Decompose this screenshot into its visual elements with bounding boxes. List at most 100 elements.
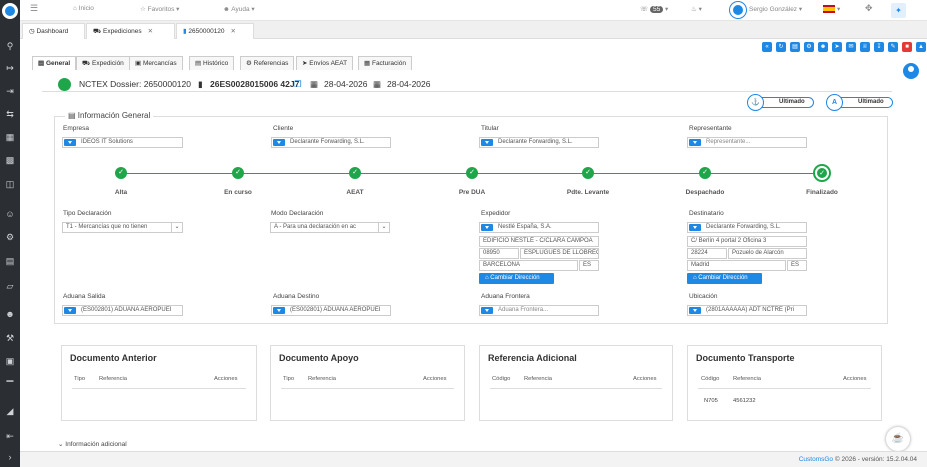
empresa-select[interactable]: IDEOS IT Solutions [62, 137, 183, 148]
aduana-destino-select[interactable]: (ES002801) ADUANA AEROPUEI [271, 305, 391, 316]
expand-icon[interactable]: › [4, 451, 16, 463]
tipo-declaracion-select[interactable]: T1 - Mercancías que no tienen ⌄ [62, 222, 183, 233]
user-icon[interactable]: ☻ [818, 42, 828, 52]
logout-icon[interactable]: ⇤ [4, 430, 16, 442]
alerts[interactable]: ♨ ▾ [691, 5, 702, 13]
close-icon[interactable]: ✕ [148, 28, 153, 35]
table-row-code: N705 [704, 398, 718, 404]
chat-assistant-icon[interactable]: ☕ [886, 427, 910, 451]
tab-expediciones[interactable]: ⛟ Expediciones ✕ [86, 23, 175, 39]
notifications[interactable]: ☏ 55 ▾ [640, 5, 668, 13]
brand-link[interactable]: CustomsGo [799, 456, 833, 463]
wrench-icon[interactable]: ⚒ [4, 332, 16, 344]
destinatario-city[interactable]: Pozuelo de Alarcón [728, 248, 807, 259]
flag-es-icon[interactable] [823, 5, 835, 13]
download-icon[interactable]: ↧ [874, 42, 884, 52]
destinatario-select[interactable]: Declarante Forwarding, S.L. [687, 222, 807, 233]
mail-icon[interactable]: ✉ [846, 42, 856, 52]
step-pre-dua: ✓ [466, 167, 478, 179]
date-2: 28-04-2026 [387, 79, 431, 89]
transfer-icon[interactable]: ⇆ [4, 108, 16, 120]
tab-envios-aeat[interactable]: ➤ Envíos AEAT [296, 56, 354, 70]
enter-icon[interactable]: ⇥ [4, 85, 16, 97]
expedidor-city[interactable]: ESPLUGUES DE LLOBREG [520, 248, 599, 259]
home-icon: ⌂ [693, 275, 697, 281]
expedidor-address[interactable]: EDIFICIO NESTLÉ - C/CLARA CAMPOA [479, 236, 599, 247]
table-row-ref: 4561232 [733, 398, 756, 404]
move-icon[interactable]: ✥ [865, 3, 873, 14]
user-name[interactable]: Sergio González ▾ [749, 5, 802, 13]
edit-icon[interactable]: ✎ [888, 42, 898, 52]
copy-mrn-icon[interactable]: ❐ [294, 79, 302, 90]
tab-dossier[interactable]: ▮ 2650000120 ✕ [176, 23, 254, 39]
destinatario-country[interactable]: ES [787, 260, 807, 271]
smile-icon[interactable]: ☺ [4, 208, 16, 220]
tab-facturacion[interactable]: ▦ Facturación [358, 56, 412, 70]
delete-icon[interactable]: ■ [902, 42, 912, 52]
exit-icon[interactable]: ↦ [4, 62, 16, 74]
document-icon[interactable]: ▤ [4, 255, 16, 267]
footer: CustomsGo © 2026 - versión: 15.2.04.04 [20, 451, 927, 467]
home-icon: ⌂ [485, 275, 489, 281]
person-icon[interactable]: ☻ [4, 308, 16, 320]
gears-icon[interactable]: ⚙ [4, 231, 16, 243]
modo-declaracion-select[interactable]: A - Para una declaración en ac ⌄ [270, 222, 390, 233]
expedidor-country[interactable]: ES [579, 260, 599, 271]
expedidor-zip[interactable]: 08950 [479, 248, 519, 259]
doc-icon: ▤ [38, 60, 45, 67]
pin-icon[interactable]: ▲ [916, 42, 926, 52]
destinatario-address[interactable]: C/ Berlín 4 portal 2 Oficina 3 [687, 236, 807, 247]
bank-icon[interactable]: ▱ [4, 280, 16, 292]
app-logo[interactable] [2, 3, 18, 19]
user-icon[interactable]: ⚲ [4, 40, 16, 52]
destinatario-zip[interactable]: 28224 [687, 248, 727, 259]
aduana-frontera-select[interactable]: Aduana Frontera... [479, 305, 599, 316]
user-avatar-icon[interactable] [730, 2, 746, 18]
gear-icon: ⚙ [246, 60, 252, 67]
calendar-icon: ▦ [373, 79, 382, 89]
representante-select[interactable]: Representante... [687, 137, 807, 148]
cart-icon[interactable]: ◫ [4, 178, 16, 190]
refresh-icon[interactable]: ↻ [776, 42, 786, 52]
info-adicional-toggle[interactable]: ⌄ Información adicional [58, 440, 127, 448]
tab-dashboard[interactable]: ◷ Dashboard [22, 23, 85, 39]
lock-icon[interactable]: ◢ [4, 405, 16, 417]
dashboard-icon: ◷ [29, 28, 35, 35]
cliente-select[interactable]: Declarante Forwarding, S.L. [271, 137, 391, 148]
titular-select[interactable]: Declarante Forwarding, S.L. [479, 137, 599, 148]
ultimado-button-2[interactable]: A Ultimado [826, 94, 893, 111]
tab-mercancias[interactable]: ▣ Mercancías [129, 56, 183, 70]
ultimado-button-1[interactable]: ⚓ Ultimado [747, 94, 814, 111]
truck-icon: ⛟ [93, 28, 102, 35]
settings-icon[interactable]: ⚙ [804, 42, 814, 52]
folders-icon[interactable]: ▣ [4, 355, 16, 367]
profile-icon[interactable] [903, 63, 919, 79]
calculator-icon[interactable]: ▩ [4, 154, 16, 166]
boxes-icon: ▣ [135, 60, 142, 67]
menu-icon[interactable]: ☰ [30, 3, 38, 14]
tab-general[interactable]: ▤ General [32, 56, 77, 70]
ubicacion-select[interactable]: (2801AAAAAA) ADT NCTRE (Pri [687, 305, 807, 316]
copy-icon[interactable]: ▤ [790, 42, 800, 52]
tab-referencias[interactable]: ⚙ Referencias [240, 56, 295, 70]
expedidor-province[interactable]: BARCELONA [479, 260, 578, 271]
aduana-salida-select[interactable]: (ES002801) ADUANA AEROPUEI [62, 305, 183, 316]
step-alta: ✓ [115, 167, 127, 179]
crown-icon[interactable]: ♕ [860, 42, 870, 52]
expedidor-select[interactable]: Nestlé España, S.A. [479, 222, 599, 233]
cambiar-direccion-expedidor-button[interactable]: ⌂ Cambiar Dirección [479, 273, 554, 284]
back-icon[interactable]: « [762, 42, 772, 52]
tab-expedicion[interactable]: ⛟ Expedición [76, 56, 130, 70]
sparkle-icon[interactable]: ✦ [891, 3, 906, 18]
destinatario-province[interactable]: Madrid [687, 260, 786, 271]
nav-favoritos[interactable]: ☆ Favoritos ▾ [140, 5, 179, 13]
close-icon[interactable]: ✕ [231, 28, 236, 35]
nav-inicio[interactable]: ⌂ Inicio [73, 5, 94, 12]
grid-icon[interactable]: ▦ [4, 131, 16, 143]
tab-historico[interactable]: ▤ Histórico [189, 56, 235, 70]
cambiar-direccion-destinatario-button[interactable]: ⌂ Cambiar Dirección [687, 273, 762, 284]
chart-icon[interactable]: ▔ [4, 380, 16, 392]
chevron-down-icon: ⌄ [171, 223, 182, 232]
send-icon[interactable]: ➤ [832, 42, 842, 52]
nav-ayuda[interactable]: ☻ Ayuda ▾ [223, 5, 255, 13]
